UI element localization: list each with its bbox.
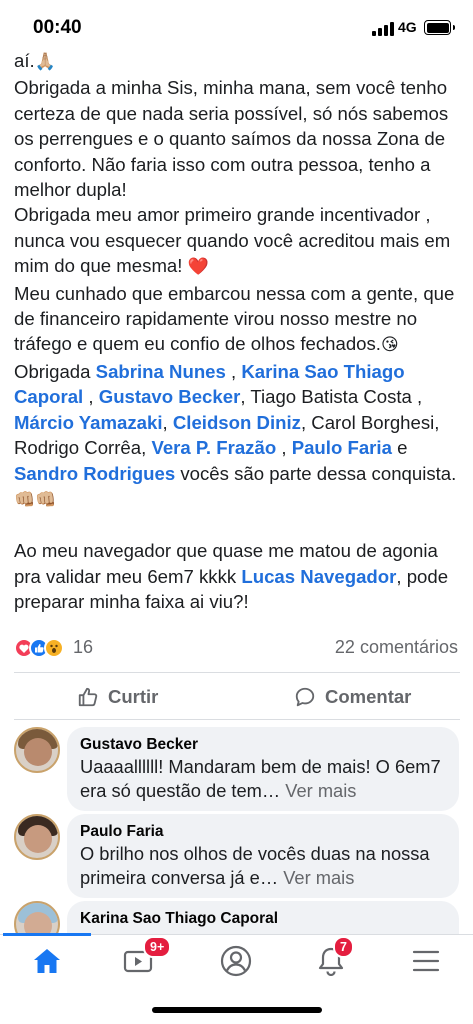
- post-text-segment: Obrigada a minha Sis, minha mana, sem vo…: [14, 77, 449, 201]
- emoji: 🙏🏼: [34, 52, 56, 72]
- tab-profile[interactable]: [216, 943, 256, 979]
- mention-link[interactable]: Gustavo Becker: [99, 386, 241, 407]
- post-text-segment: ,: [83, 386, 99, 408]
- divider: [14, 719, 460, 720]
- active-tab-indicator: [3, 933, 91, 936]
- post-paragraph: Obrigada meu amor primeiro grande incent…: [14, 202, 462, 280]
- reaction-count[interactable]: 16: [73, 637, 93, 658]
- divider: [14, 672, 460, 673]
- post-paragraph: Meu cunhado que embarcou nessa com a gen…: [14, 281, 462, 359]
- post-text-segment: ,: [276, 437, 292, 459]
- tab-notifications[interactable]: 7: [311, 936, 354, 979]
- emoji: 👊🏼👊🏼: [14, 489, 57, 510]
- commenter-name[interactable]: Karina Sao Thiago Caporal: [80, 909, 446, 929]
- emoji: 😘: [380, 335, 399, 356]
- home-indicator: [152, 1007, 322, 1013]
- comment-bubble[interactable]: Gustavo Becker Uaaaallllll! Mandaram bem…: [67, 727, 459, 811]
- wow-reaction-icon: [44, 638, 64, 658]
- post-text-segment: ,: [162, 411, 173, 433]
- comment-icon: [295, 687, 315, 707]
- post-text-segment: , Tiago Batista Costa ,: [240, 386, 423, 408]
- mention-link[interactable]: Sandro Rodrigues: [14, 463, 175, 484]
- comment-button[interactable]: Comentar: [294, 682, 411, 712]
- like-button[interactable]: Curtir: [77, 682, 158, 712]
- post-text-segment: e: [391, 437, 408, 459]
- mention-link[interactable]: Vera P. Frazão: [151, 437, 276, 458]
- mention-link[interactable]: Márcio Yamazaki: [14, 412, 163, 433]
- comment-count[interactable]: 22 comentários: [335, 637, 458, 658]
- comment-text: O brilho nos olhos de vocês duas na noss…: [80, 843, 430, 888]
- see-more-link[interactable]: Ver mais: [283, 867, 354, 888]
- post-text-segment: Obrigada: [14, 360, 96, 382]
- network-type: 4G: [398, 19, 417, 35]
- home-icon: [34, 949, 60, 973]
- post-text: aí.🙏🏼 Obrigada a minha Sis, minha mana, s…: [14, 48, 462, 615]
- see-more-link[interactable]: Ver mais: [285, 780, 356, 801]
- thumbs-up-icon: [78, 687, 98, 707]
- commenter-name[interactable]: Paulo Faria: [80, 822, 446, 842]
- tab-home[interactable]: [27, 943, 67, 979]
- mention-link[interactable]: Sabrina Nunes: [96, 361, 226, 382]
- post-text-segment: ,: [225, 360, 242, 382]
- menu-icon: [412, 950, 440, 972]
- comment-label: Comentar: [325, 686, 412, 707]
- emoji: ❤️: [187, 257, 209, 278]
- notifications-badge: 7: [333, 936, 354, 958]
- video-badge: 9+: [143, 936, 172, 958]
- commenter-name[interactable]: Gustavo Becker: [80, 735, 446, 755]
- like-label: Curtir: [108, 686, 159, 707]
- post-paragraph: Obrigada a minha Sis, minha mana, sem vo…: [14, 75, 462, 202]
- mention-link[interactable]: Cleidson Diniz: [173, 412, 301, 433]
- post-paragraph: aí.🙏🏼: [14, 48, 462, 75]
- status-time: 00:40: [33, 17, 82, 38]
- mention-link[interactable]: Paulo Faria: [292, 437, 392, 458]
- mention-link[interactable]: Lucas Navegador: [241, 566, 396, 587]
- post-text-segment: vocês são parte dessa conquista.: [175, 462, 457, 484]
- tab-video[interactable]: 9+: [118, 936, 172, 979]
- post-text-segment: aí.: [14, 50, 35, 71]
- battery-icon: [424, 20, 455, 35]
- comment-text: Uaaaallllll! Mandaram bem de mais! O 6em…: [80, 756, 441, 801]
- post-paragraph: Ao meu navegador que quase me matou de a…: [14, 538, 462, 614]
- reactions-row[interactable]: 16 22 comentários: [14, 636, 460, 660]
- avatar[interactable]: [14, 814, 60, 860]
- comment-bubble[interactable]: Paulo Faria O brilho nos olhos de vocês …: [67, 814, 459, 898]
- avatar[interactable]: [14, 727, 60, 773]
- post-text-segment: Obrigada meu amor primeiro grande incent…: [14, 204, 451, 277]
- tab-menu[interactable]: [406, 943, 446, 979]
- profile-icon: [220, 945, 252, 977]
- post-paragraph: Obrigada Sabrina Nunes , Karina Sao Thia…: [14, 359, 462, 513]
- signal-icon: [372, 22, 394, 36]
